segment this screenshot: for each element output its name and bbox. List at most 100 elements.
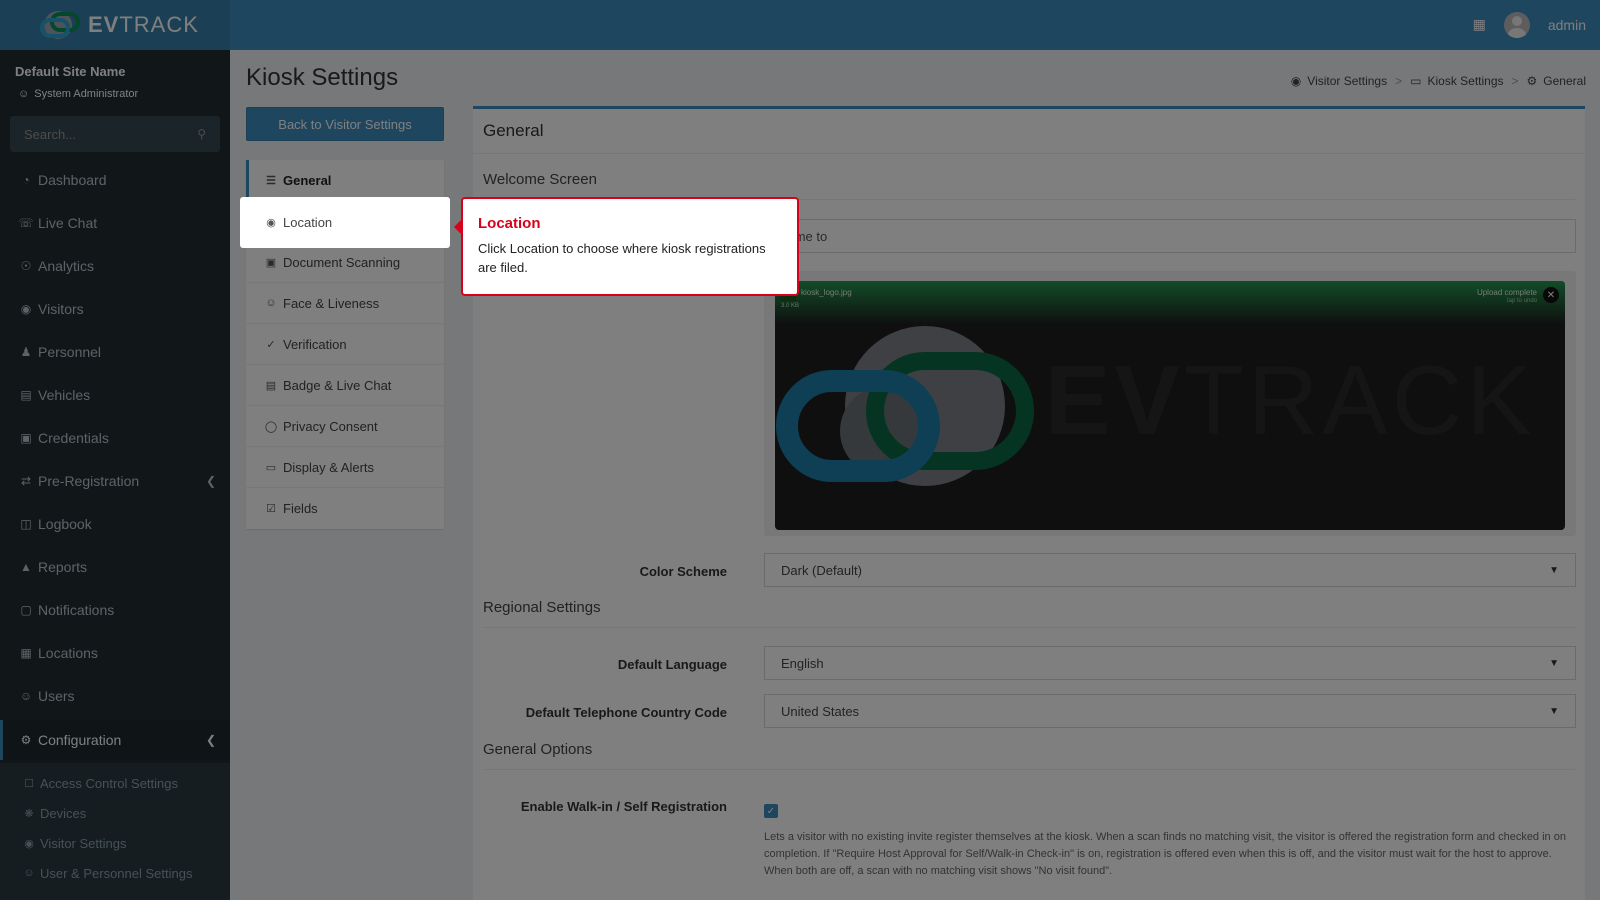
- sidebar-subitem-label: Visitor Settings: [40, 835, 127, 851]
- dashboard-icon: ◔: [22, 173, 30, 187]
- user-avatar[interactable]: [1503, 12, 1530, 38]
- face-icon: ☺: [265, 297, 277, 309]
- lock-icon: ☐: [24, 777, 34, 790]
- close-icon[interactable]: ✕: [1543, 287, 1559, 303]
- sidebar-item-vehicles[interactable]: ▤ Vehicles: [0, 375, 230, 415]
- building-icon: ▦: [20, 646, 32, 660]
- user-role: ☺ System Administrator: [18, 88, 138, 100]
- sidebar-item-credentials[interactable]: ▣ Credentials: [0, 418, 230, 458]
- upload-file-name: kiosk_logo.jpg: [801, 288, 852, 297]
- default-language-value: English: [781, 655, 824, 671]
- sidebar-item-label: Configuration: [38, 732, 122, 748]
- breadcrumb-item-visitor-settings[interactable]: Visitor Settings: [1307, 74, 1387, 88]
- settings-nav-label: General: [283, 172, 332, 188]
- headset-icon: ☏: [18, 216, 34, 230]
- tour-highlight-location[interactable]: ◉ Location: [240, 197, 450, 248]
- default-language-select[interactable]: English ▼: [764, 646, 1576, 680]
- settings-nav-label: Fields: [283, 501, 318, 516]
- site-name: Default Site Name: [15, 64, 126, 79]
- settings-nav-label: Badge & Live Chat: [283, 377, 392, 393]
- shield-check-icon: ✓: [266, 338, 276, 351]
- user-name[interactable]: admin: [1548, 17, 1586, 33]
- sidebar-subitem-visitor-settings[interactable]: ◉ Visitor Settings: [22, 829, 126, 857]
- user-icon: ☺: [18, 88, 30, 100]
- settings-nav-label: Display & Alerts: [283, 459, 375, 475]
- logo-upload-area[interactable]: EVTRACK kiosk_logo.jpg 3.0 KB Upload com…: [764, 271, 1576, 536]
- users-icon: ☺: [19, 689, 33, 703]
- sidebar-item-label: Locations: [38, 645, 98, 661]
- upload-undo-hint[interactable]: tap to undo: [1507, 298, 1537, 304]
- eye-icon: ◉: [1290, 74, 1302, 88]
- back-to-visitor-settings-button[interactable]: Back to Visitor Settings: [246, 107, 444, 141]
- sidebar-subitem-label: User & Personnel Settings: [40, 865, 193, 881]
- card-title: General: [483, 121, 544, 140]
- settings-nav-label: Face & Liveness: [283, 295, 380, 311]
- app-logo[interactable]: EVTRACK: [0, 0, 230, 50]
- sidebar-item-label: Vehicles: [38, 387, 91, 403]
- breadcrumb-item-kiosk-settings[interactable]: Kiosk Settings: [1427, 74, 1503, 88]
- settings-nav-label: Privacy Consent: [283, 418, 378, 434]
- settings-nav-label: Verification: [283, 336, 347, 352]
- sidebar-subitem-access-control[interactable]: ☐ Access Control Settings: [22, 769, 178, 797]
- breadcrumb-separator: >: [1511, 74, 1519, 88]
- settings-nav-badge-live-chat[interactable]: ▤ Badge & Live Chat: [246, 365, 444, 406]
- sidebar-item-label: Personnel: [38, 344, 102, 360]
- sidebar-item-personnel[interactable]: ♟ Personnel: [0, 332, 230, 372]
- gear-icon: ⚙: [20, 733, 32, 747]
- sidebar-item-label: Live Chat: [38, 215, 98, 231]
- book-icon: ◫: [20, 517, 32, 531]
- color-scheme-label: Color Scheme: [639, 564, 727, 579]
- sidebar-item-visitors[interactable]: ◉ Visitors: [0, 289, 230, 329]
- sidebar-item-logbook[interactable]: ◫ Logbook: [0, 504, 230, 544]
- sidebar-item-notifications[interactable]: ▢ Notifications: [0, 590, 230, 630]
- eye-icon: ◉: [24, 837, 34, 850]
- sidebar-item-users[interactable]: ☺ Users: [0, 676, 230, 716]
- sidebar-search-input[interactable]: [24, 126, 174, 142]
- divider: [483, 769, 1575, 770]
- devices-icon: ❋: [24, 807, 34, 820]
- upload-file-size: 3.0 KB: [781, 303, 800, 309]
- settings-nav-face-liveness[interactable]: ☺ Face & Liveness: [246, 283, 444, 324]
- logo-preview: EVTRACK kiosk_logo.jpg 3.0 KB Upload com…: [775, 281, 1565, 530]
- sidebar-item-label: Visitors: [38, 301, 84, 317]
- settings-nav-display-alerts[interactable]: ▭ Display & Alerts: [246, 447, 444, 488]
- sidebar-subitem-devices[interactable]: ❋ Devices: [22, 799, 86, 827]
- sidebar-item-reports[interactable]: ▲ Reports: [0, 547, 230, 587]
- divider: [483, 627, 1575, 628]
- top-navbar: EVTRACK ▦ admin: [0, 0, 1600, 50]
- color-scheme-select[interactable]: Dark (Default) ▼: [764, 553, 1576, 587]
- chevron-left-icon: ❮: [205, 474, 216, 488]
- section-regional-settings: Regional Settings: [483, 599, 601, 616]
- personnel-icon: ♟: [20, 345, 32, 359]
- sidebar-item-configuration[interactable]: ⚙ Configuration ❮: [0, 720, 230, 760]
- sidebar-item-label: Reports: [38, 559, 88, 575]
- chevron-down-icon: ▼: [1549, 657, 1559, 669]
- car-icon: ▤: [20, 388, 32, 402]
- sidebar-item-label: Logbook: [38, 516, 92, 532]
- settings-nav-general[interactable]: ☰ General: [246, 160, 444, 201]
- welcome-text-input[interactable]: come to: [764, 219, 1576, 253]
- search-icon[interactable]: ⚲: [197, 127, 206, 141]
- default-language-label: Default Language: [617, 657, 727, 672]
- country-code-select[interactable]: United States ▼: [764, 694, 1576, 728]
- display-icon: ▭: [265, 461, 277, 474]
- exchange-icon: ⇄: [20, 474, 32, 488]
- settings-nav-privacy-consent[interactable]: ◯ Privacy Consent: [246, 406, 444, 447]
- sidebar-item-live-chat[interactable]: ☏ Live Chat: [0, 203, 230, 243]
- sidebar-item-pre-registration[interactable]: ⇄ Pre-Registration ❮: [0, 461, 230, 501]
- tooltip-title: Location: [478, 215, 541, 232]
- settings-nav-document-scanning[interactable]: ▣ Document Scanning: [246, 242, 444, 283]
- sidebar-item-analytics[interactable]: ☉ Analytics: [0, 246, 230, 286]
- settings-nav-verification[interactable]: ✓ Verification: [246, 324, 444, 365]
- walkin-help-text: Lets a visitor with no existing invite r…: [764, 831, 1566, 877]
- sidebar-subitem-user-personnel-settings[interactable]: ☺ User & Personnel Settings: [22, 859, 192, 887]
- sidebar-item-dashboard[interactable]: ◔ Dashboard: [0, 160, 230, 200]
- settings-nav-fields[interactable]: ☑ Fields: [246, 488, 444, 529]
- building-icon[interactable]: ▦: [1473, 17, 1486, 33]
- sidebar-item-locations[interactable]: ▦ Locations: [0, 633, 230, 673]
- sidebar-item-label: Analytics: [38, 258, 95, 274]
- walkin-checkbox[interactable]: ✓: [764, 804, 778, 818]
- country-code-value: United States: [781, 703, 860, 719]
- scan-icon: ▣: [265, 256, 277, 269]
- evtrack-logo-icon: [40, 11, 80, 39]
